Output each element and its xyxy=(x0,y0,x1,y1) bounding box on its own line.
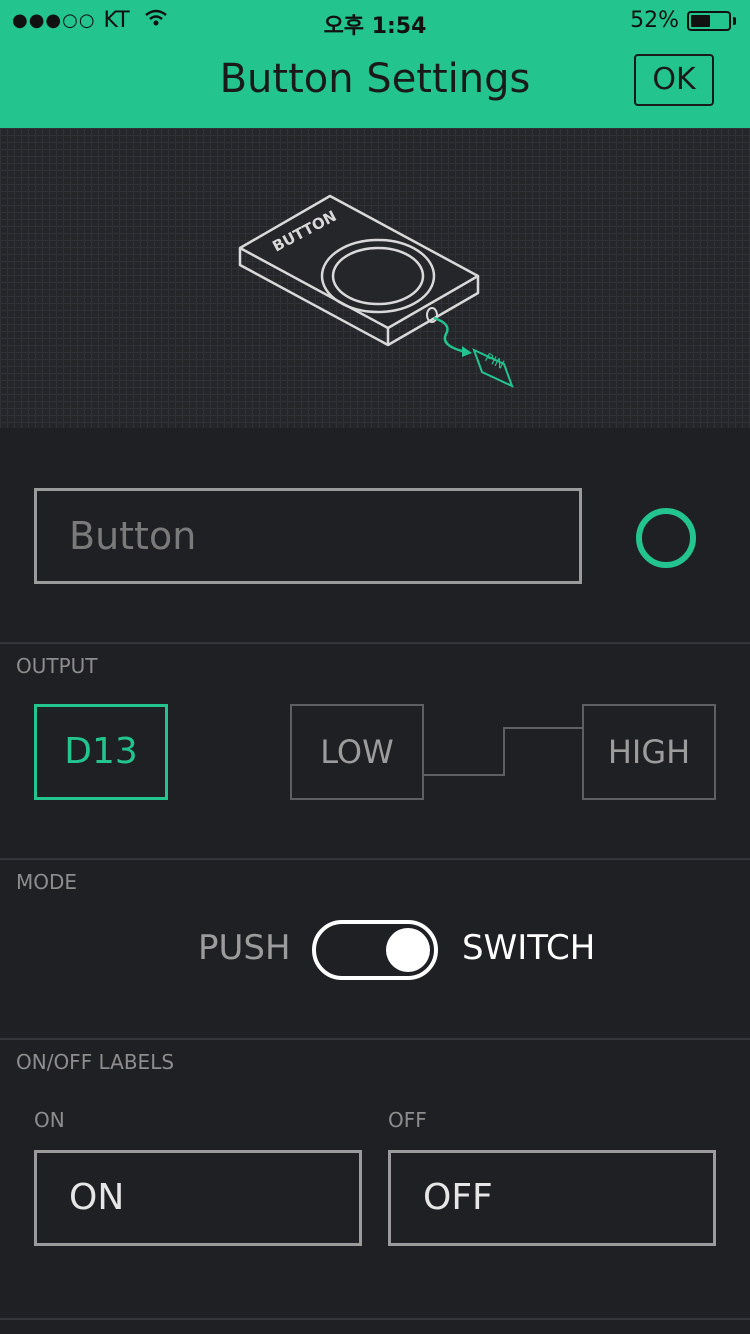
button-device-icon: BUTTON PIN xyxy=(238,194,514,388)
on-label-input[interactable]: ON xyxy=(34,1150,362,1246)
output-section-label: OUTPUT xyxy=(16,654,98,678)
divider xyxy=(0,1318,750,1320)
mode-switch-label[interactable]: SWITCH xyxy=(462,928,595,968)
off-label-input[interactable]: OFF xyxy=(388,1150,716,1246)
off-label-caption: OFF xyxy=(388,1108,427,1132)
status-right: 52% xyxy=(630,8,736,33)
low-value-input[interactable]: LOW xyxy=(290,704,424,800)
mode-toggle[interactable] xyxy=(312,920,438,980)
color-picker-button[interactable] xyxy=(636,508,696,568)
widget-name-input[interactable]: Button xyxy=(34,488,582,584)
signal-waveform-icon xyxy=(422,727,584,776)
ok-button[interactable]: OK xyxy=(634,54,714,106)
battery-icon xyxy=(687,10,731,31)
widget-illustration: BUTTON PIN xyxy=(0,128,750,428)
high-value-input[interactable]: HIGH xyxy=(582,704,716,800)
battery-tip xyxy=(733,16,736,25)
header-bar: ●●●○○ KT 오후 1:54 52% Button Settings OK xyxy=(0,0,750,128)
mode-push-label[interactable]: PUSH xyxy=(198,928,291,968)
battery-fill xyxy=(691,14,710,27)
on-label-caption: ON xyxy=(34,1108,65,1132)
divider xyxy=(0,858,750,860)
divider xyxy=(0,642,750,644)
labels-section-label: ON/OFF LABELS xyxy=(16,1050,175,1074)
battery-percent: 52% xyxy=(630,8,679,33)
mode-section-label: MODE xyxy=(16,870,78,894)
pin-select-button[interactable]: D13 xyxy=(34,704,168,800)
divider xyxy=(0,1038,750,1040)
status-bar: ●●●○○ KT 오후 1:54 52% xyxy=(0,0,750,40)
toggle-knob xyxy=(386,928,430,972)
